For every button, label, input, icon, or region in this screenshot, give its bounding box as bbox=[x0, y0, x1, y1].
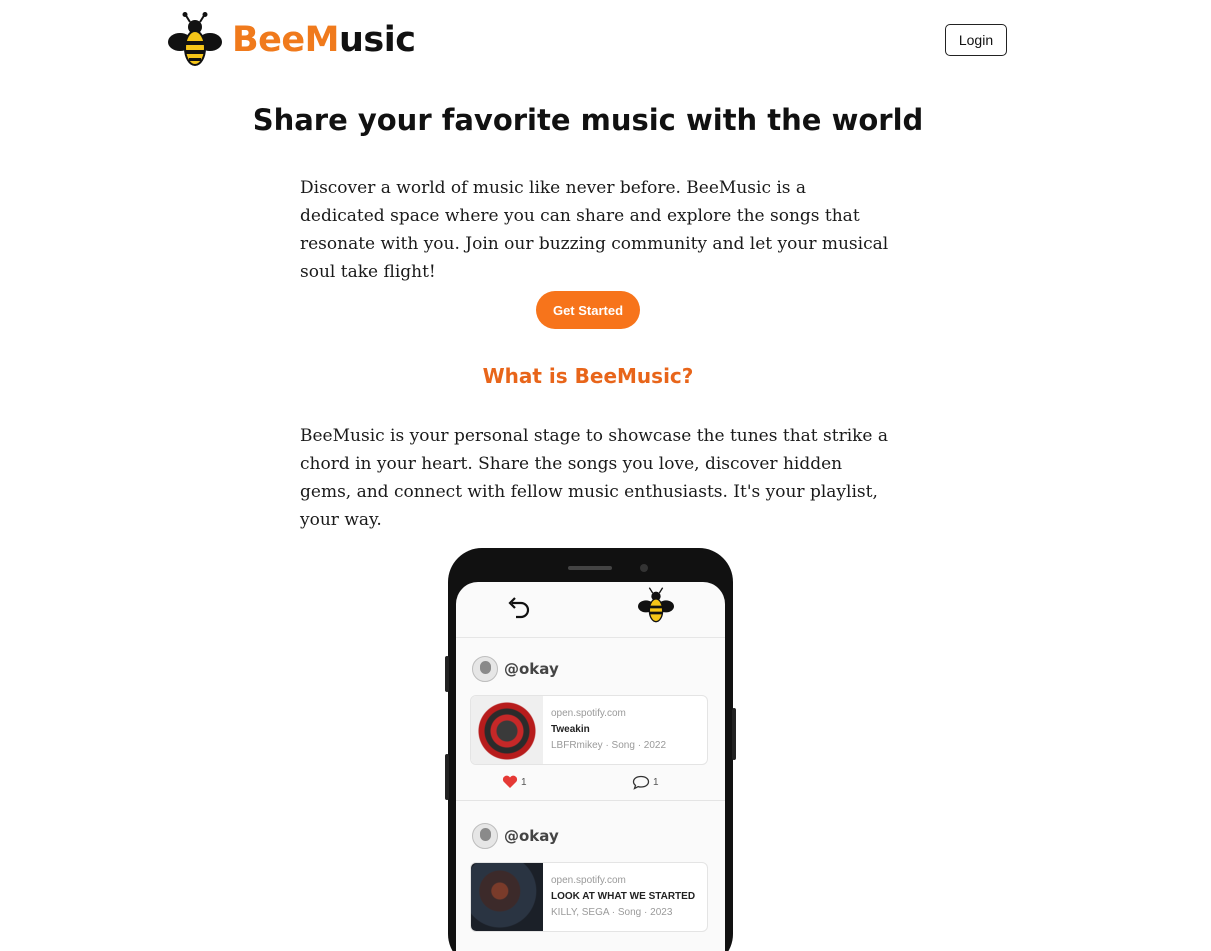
heart-icon bbox=[502, 775, 518, 788]
username: @okay bbox=[504, 660, 559, 678]
like-button[interactable]: 1 bbox=[502, 775, 527, 789]
phone-screen: @okay open.spotify.com Tweakin LBFRmikey… bbox=[456, 582, 725, 951]
phone-mockup: @okay open.spotify.com Tweakin LBFRmikey… bbox=[445, 548, 736, 951]
hero-title: Share your favorite music with the world bbox=[252, 103, 924, 137]
hero-description: Discover a world of music like never bef… bbox=[300, 178, 889, 282]
bee-icon bbox=[638, 587, 674, 623]
song-card[interactable]: open.spotify.com Tweakin LBFRmikey · Son… bbox=[470, 695, 708, 765]
comment-button[interactable]: 1 bbox=[632, 775, 659, 790]
song-info: open.spotify.com LOOK AT WHAT WE STARTED… bbox=[551, 873, 706, 921]
post-author[interactable]: @okay bbox=[472, 823, 559, 849]
album-art bbox=[471, 863, 543, 931]
brand-name-bee: Bee bbox=[232, 20, 305, 60]
song-domain: open.spotify.com bbox=[551, 708, 626, 719]
album-art bbox=[471, 696, 543, 764]
phone-speaker bbox=[568, 566, 612, 570]
get-started-button[interactable]: Get Started bbox=[536, 291, 640, 329]
song-title: Tweakin bbox=[551, 724, 590, 735]
username: @okay bbox=[504, 827, 559, 845]
login-button[interactable]: Login bbox=[945, 24, 1007, 56]
brand-name: BeeMusic bbox=[232, 20, 416, 60]
about-title: What is BeeMusic? bbox=[482, 364, 694, 388]
bee-icon bbox=[168, 12, 222, 66]
avatar bbox=[472, 823, 498, 849]
song-domain: open.spotify.com bbox=[551, 875, 626, 886]
post-divider bbox=[456, 800, 725, 801]
comment-icon bbox=[632, 775, 650, 790]
phone-camera bbox=[640, 564, 648, 572]
song-info: open.spotify.com Tweakin LBFRmikey · Son… bbox=[551, 706, 706, 754]
phone-side-button bbox=[732, 708, 736, 760]
brand-name-m: M bbox=[304, 20, 340, 60]
brand-name-usic: usic bbox=[339, 20, 416, 60]
phone-side-button bbox=[445, 754, 449, 800]
avatar bbox=[472, 656, 498, 682]
like-count: 1 bbox=[521, 776, 527, 788]
about-description: BeeMusic is your personal stage to showc… bbox=[300, 426, 889, 530]
site-header: BeeMusic Login bbox=[0, 0, 1211, 80]
song-meta: LBFRmikey · Song · 2022 bbox=[551, 740, 667, 751]
song-title: LOOK AT WHAT WE STARTED bbox=[551, 891, 696, 902]
post-author[interactable]: @okay bbox=[472, 656, 559, 682]
app-top-bar bbox=[456, 582, 725, 638]
post-actions: 1 1 bbox=[456, 773, 725, 795]
comment-count: 1 bbox=[653, 777, 659, 788]
brand-logo[interactable]: BeeMusic bbox=[168, 12, 416, 68]
phone-side-button bbox=[445, 656, 449, 692]
song-meta: KILLY, SEGA · Song · 2023 bbox=[551, 907, 673, 918]
song-card[interactable]: open.spotify.com LOOK AT WHAT WE STARTED… bbox=[470, 862, 708, 932]
back-arrow-icon[interactable] bbox=[506, 594, 532, 620]
